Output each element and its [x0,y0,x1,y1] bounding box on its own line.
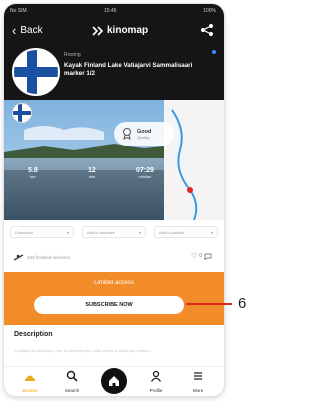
bottom-tab-bar: Browse Search Profile More [4,366,224,396]
tab-search[interactable]: Search [54,369,90,393]
callout-number: 6 [238,295,247,312]
quality-label: Good [137,128,152,135]
select-label: Add to favorites [87,229,115,235]
tab-browse[interactable]: Browse [12,369,48,393]
sessions-label: 103 finished sessions [27,255,71,260]
rower-icon [14,254,23,261]
stat-unit: min [88,174,96,179]
status-bar: No SIM 15:45 100% [4,4,224,17]
tab-profile[interactable]: Profile [138,369,174,393]
comment-icon [204,253,212,260]
carrier-text: No SIM [10,8,27,14]
download-select[interactable]: Download ▾ [10,226,74,238]
search-icon [66,370,78,382]
chevron-down-icon: ▾ [66,229,69,235]
limited-access-title: Limited access [94,280,134,286]
playlist-select[interactable]: Add to playlist ▾ [154,226,218,238]
quality-sub: Quality [137,134,150,140]
route-title: Kayak Finland Lake Vatiajarvi Sammalisaa… [64,62,193,77]
quality-icon [123,128,131,140]
back-button[interactable]: ‹ Back [12,22,43,38]
phone-screen: No SIM 15:45 100% ‹ Back kinomap Rowing … [4,4,224,396]
status-time: 15:45 [104,8,117,14]
subscribe-now-button[interactable]: SUBSCRIBE NOW [34,296,184,314]
home-icon [109,376,119,386]
stat-value: 5.8 [28,167,38,174]
brand-name: kinomap [107,25,149,36]
sessions-count: 103 finished sessions [14,254,70,261]
share-icon [201,24,213,36]
tab-label: Search [64,388,80,393]
stat-unit: min/km [138,174,152,179]
select-label: Download [15,229,33,235]
chevron-down-icon: ▾ [138,229,141,235]
callout-line [186,303,232,305]
tab-label: More [192,388,204,393]
tab-more[interactable]: More [180,369,216,393]
likes-area[interactable]: ♡ 0 [191,252,212,260]
status-dot [212,50,216,54]
country-flag [12,48,60,96]
flag-badge [12,103,32,123]
profile-icon [150,370,162,382]
battery-text: 100% [203,8,216,14]
chevron-left-icon: ‹ [12,22,17,38]
stat-unit: km [30,174,36,179]
heart-icon: ♡ [190,253,198,260]
description-title: Description [14,331,53,338]
browse-icon [25,375,35,381]
tab-label: Browse [22,388,38,393]
favorites-select[interactable]: Add to favorites ▾ [82,226,146,238]
select-label: Add to playlist [159,229,184,235]
tab-label: Profile [149,388,163,393]
action-selects: Download ▾ Add to favorites ▾ Add to pla… [10,226,218,238]
route-meta: Rowing Kayak Finland Lake Vatiajarvi Sam… [64,52,214,78]
tab-home[interactable] [101,368,127,394]
brand-logo: kinomap [92,25,148,36]
menu-icon [194,372,202,380]
nav-bar: ‹ Back kinomap [4,22,224,42]
route-preview-image[interactable] [4,100,224,220]
kinomap-logo-icon [92,25,104,36]
stat-distance: 5.8 km [28,167,38,179]
chevron-down-icon: ▾ [210,229,213,235]
likes-count: 0 [199,253,202,259]
stat-value: 07:29 [136,167,154,174]
stat-duration: 12 min [88,167,96,179]
route-header: No SIM 15:45 100% ‹ Back kinomap Rowing … [4,4,224,100]
lake-scene [4,100,224,220]
limited-access-banner: Limited access SUBSCRIBE NOW [4,272,224,325]
back-label: Back [20,25,43,36]
finland-flag-icon [13,104,31,122]
share-button[interactable] [200,23,214,42]
description-text: Kayaking in Kinomap's new & uninterrupte… [14,348,152,353]
route-category: Rowing [64,52,81,58]
finland-flag-icon [14,50,58,94]
stat-pace: 07:29 min/km [136,167,154,179]
quality-badge: Good Quality [114,122,174,146]
stat-value: 12 [88,167,96,174]
